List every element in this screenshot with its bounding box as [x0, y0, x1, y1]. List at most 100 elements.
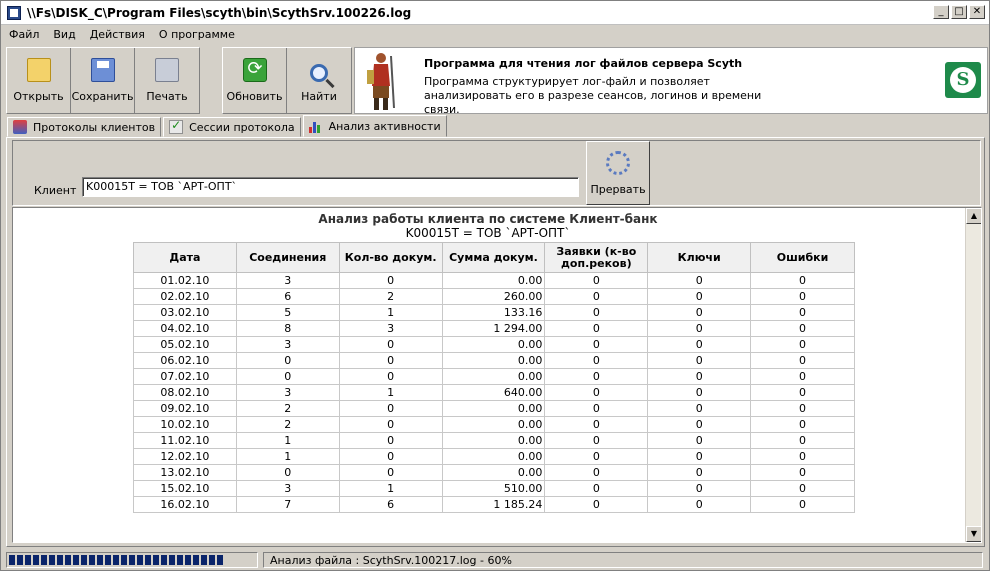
table-row: 04.02.10 8 3 1 294.00 0 0 0: [133, 320, 855, 337]
table-cell: 0.00: [441, 448, 546, 465]
table-cell: 0: [235, 352, 340, 369]
progress-fill: [9, 555, 226, 565]
table-cell: 0.00: [441, 272, 546, 289]
table-cell: 12.02.10: [133, 448, 237, 465]
table-cell: 3: [338, 320, 443, 337]
table-cell: 3: [235, 480, 340, 497]
menu-file[interactable]: Файл: [1, 28, 45, 41]
stop-button[interactable]: Прервать: [586, 141, 650, 205]
table-cell: 0: [750, 416, 855, 433]
table-cell: 02.02.10: [133, 288, 237, 305]
table-cell: 0: [338, 368, 443, 385]
printer-icon: [155, 58, 179, 82]
table-cell: 2: [235, 416, 340, 433]
table-cell: 0: [544, 304, 649, 321]
folder-icon: [26, 58, 51, 82]
info-description: Программа структурирует лог-файл и позво…: [424, 75, 762, 116]
table-cell: 1: [338, 304, 443, 321]
table-cell: 0: [750, 352, 855, 369]
table-cell: 0: [338, 416, 443, 433]
minimize-button[interactable]: _: [933, 5, 949, 19]
refresh-icon: [242, 58, 267, 82]
menu-actions[interactable]: Действия: [82, 28, 151, 41]
save-label: Сохранить: [71, 90, 134, 103]
table-cell: 0: [647, 352, 752, 369]
table-row: 06.02.10 0 0 0.00 0 0 0: [133, 352, 855, 369]
tab-label: Сессии протокола: [189, 120, 295, 134]
table-cell: 0: [544, 496, 649, 513]
toolbar: Открыть Сохранить Печать Обновить Найти: [1, 44, 989, 116]
tab-label: Анализ активности: [328, 119, 441, 133]
table-cell: 0: [647, 432, 752, 449]
table-cell: 0: [750, 320, 855, 337]
activity-table: Дата Соединения Кол-во докум. Сумма доку…: [133, 242, 855, 513]
table-cell: 0: [750, 400, 855, 417]
print-button[interactable]: Печать: [135, 48, 199, 113]
table-cell: 0: [544, 336, 649, 353]
tab-activity-analysis[interactable]: Анализ активности: [302, 115, 447, 137]
table-cell: 1 185.24: [441, 496, 546, 513]
window-controls: _ □ ✕: [933, 5, 985, 19]
table-cell: 0.00: [441, 400, 546, 417]
activity-analysis-page: Клиент K00015T = ТОВ `АРТ-ОПТ` Прервать …: [6, 137, 985, 547]
table-cell: 0: [647, 336, 752, 353]
table-cell: 0: [750, 448, 855, 465]
table-cell: 06.02.10: [133, 352, 237, 369]
maximize-button[interactable]: □: [951, 5, 967, 19]
table-cell: 0: [647, 384, 752, 401]
table-row: 02.02.10 6 2 260.00 0 0 0: [133, 288, 855, 305]
menu-bar: Файл Вид Действия О программе: [1, 25, 989, 43]
table-cell: 0: [544, 320, 649, 337]
table-cell: 0: [544, 352, 649, 369]
table-cell: 5: [235, 304, 340, 321]
table-cell: 0: [544, 288, 649, 305]
open-label: Открыть: [13, 90, 64, 103]
table-cell: 0: [338, 336, 443, 353]
menu-about[interactable]: О программе: [151, 28, 241, 41]
table-cell: 01.02.10: [133, 272, 237, 289]
table-cell: 7: [235, 496, 340, 513]
table-cell: 510.00: [441, 480, 546, 497]
warrior-icon: [367, 53, 395, 110]
vertical-scrollbar[interactable]: ▲ ▼: [965, 208, 981, 542]
table-cell: 0: [750, 272, 855, 289]
table-cell: 1: [338, 480, 443, 497]
scroll-down-icon[interactable]: ▼: [966, 526, 981, 542]
table-cell: 0: [750, 384, 855, 401]
tab-protocol-sessions[interactable]: Сессии протокола: [163, 117, 301, 137]
table-header-row: Дата Соединения Кол-во докум. Сумма доку…: [133, 242, 855, 273]
table-cell: 0.00: [441, 336, 546, 353]
app-icon: [7, 5, 21, 20]
table-cell: 10.02.10: [133, 416, 237, 433]
table-cell: 0.00: [441, 352, 546, 369]
tab-client-protocols[interactable]: Протоколы клиентов: [7, 117, 162, 137]
table-row: 11.02.10 1 0 0.00 0 0 0: [133, 432, 855, 449]
save-button[interactable]: Сохранить: [71, 48, 135, 113]
title-bar[interactable]: \\Fs\DISK_C\Program Files\scyth\bin\Scyt…: [1, 1, 989, 25]
table-row: 16.02.10 7 6 1 185.24 0 0 0: [133, 496, 855, 513]
toolbar-actions-group: Обновить Найти: [222, 47, 352, 114]
find-button[interactable]: Найти: [287, 48, 351, 113]
tab-strip: Протоколы клиентов Сессии протокола Анал…: [7, 115, 449, 137]
table-row: 05.02.10 3 0 0.00 0 0 0: [133, 336, 855, 353]
magnifier-icon: [310, 64, 328, 82]
table-cell: 0: [647, 288, 752, 305]
table-cell: 0: [647, 448, 752, 465]
scroll-up-icon[interactable]: ▲: [966, 208, 981, 224]
close-button[interactable]: ✕: [969, 5, 985, 19]
client-input[interactable]: K00015T = ТОВ `АРТ-ОПТ`: [82, 177, 579, 197]
table-cell: 11.02.10: [133, 432, 237, 449]
table-cell: 0: [750, 480, 855, 497]
table-cell: 0: [750, 432, 855, 449]
table-cell: 0.00: [441, 464, 546, 481]
table-cell: 0.00: [441, 368, 546, 385]
table-cell: 2: [235, 400, 340, 417]
window-title: \\Fs\DISK_C\Program Files\scyth\bin\Scyt…: [27, 5, 412, 20]
col-date: Дата: [133, 242, 237, 273]
refresh-button[interactable]: Обновить: [223, 48, 287, 113]
table-cell: 0: [235, 464, 340, 481]
open-button[interactable]: Открыть: [7, 48, 71, 113]
table-row: 09.02.10 2 0 0.00 0 0 0: [133, 400, 855, 417]
table-cell: 0: [544, 432, 649, 449]
menu-view[interactable]: Вид: [45, 28, 81, 41]
